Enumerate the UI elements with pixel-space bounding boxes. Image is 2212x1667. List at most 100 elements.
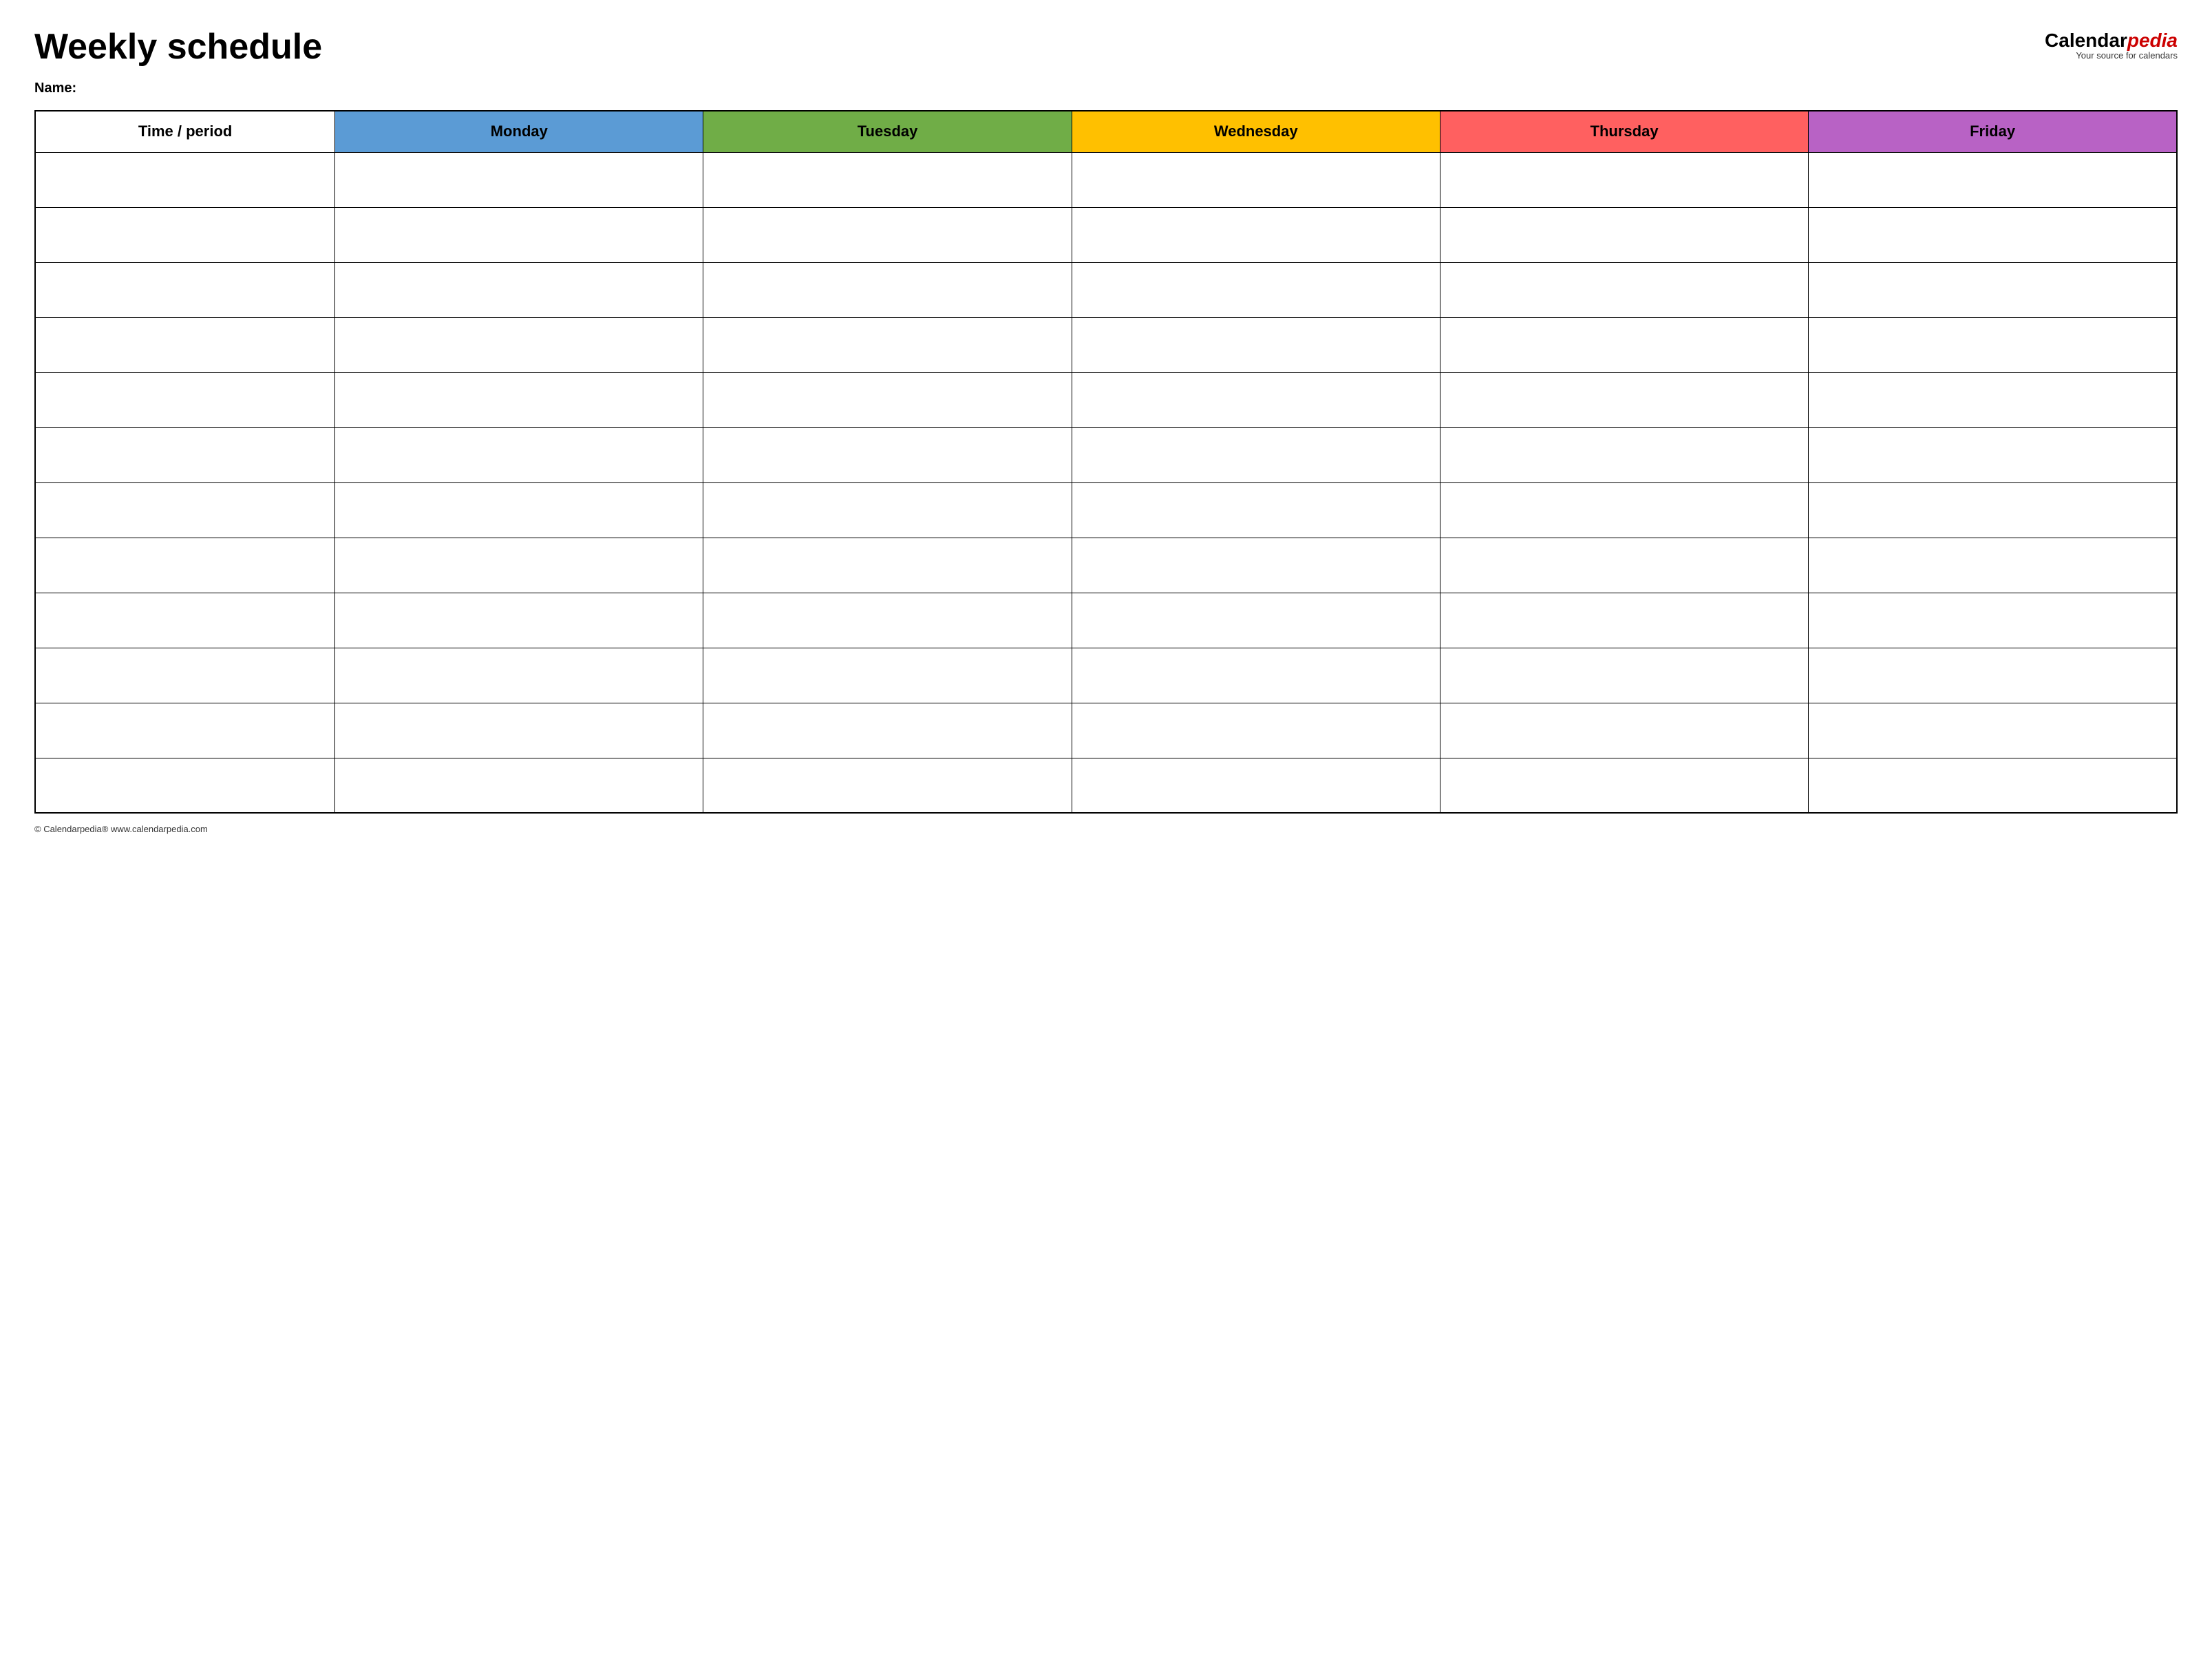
table-cell[interactable] [1440,317,1808,372]
logo-brand-part2: pedia [2127,30,2178,51]
table-cell[interactable] [1072,262,1440,317]
table-cell[interactable] [1072,207,1440,262]
table-cell[interactable] [1072,538,1440,593]
table-cell[interactable] [35,152,335,207]
table-cell[interactable] [335,648,703,703]
table-row [35,703,2177,758]
table-cell[interactable] [35,758,335,813]
table-cell[interactable] [1072,482,1440,538]
table-cell[interactable] [1440,758,1808,813]
table-cell[interactable] [1809,317,2177,372]
table-cell[interactable] [703,758,1072,813]
table-cell[interactable] [335,372,703,427]
table-cell[interactable] [35,317,335,372]
table-cell[interactable] [1440,372,1808,427]
table-cell[interactable] [1072,593,1440,648]
col-header-wednesday: Wednesday [1072,111,1440,152]
table-cell[interactable] [703,262,1072,317]
table-cell[interactable] [335,152,703,207]
table-cell[interactable] [703,703,1072,758]
table-row [35,372,2177,427]
table-row [35,207,2177,262]
table-cell[interactable] [335,262,703,317]
table-cell[interactable] [1072,427,1440,482]
table-cell[interactable] [1072,758,1440,813]
table-cell[interactable] [1072,317,1440,372]
table-cell[interactable] [703,538,1072,593]
table-cell[interactable] [1440,703,1808,758]
table-cell[interactable] [1440,207,1808,262]
table-cell[interactable] [1809,372,2177,427]
table-cell[interactable] [703,317,1072,372]
schedule-table: Time / period Monday Tuesday Wednesday T… [34,110,2178,814]
table-cell[interactable] [703,593,1072,648]
table-cell[interactable] [35,427,335,482]
table-cell[interactable] [35,372,335,427]
table-cell[interactable] [1440,482,1808,538]
table-cell[interactable] [335,703,703,758]
table-cell[interactable] [35,262,335,317]
table-cell[interactable] [1809,207,2177,262]
table-body [35,152,2177,813]
table-cell[interactable] [1809,427,2177,482]
table-cell[interactable] [35,538,335,593]
table-cell[interactable] [703,482,1072,538]
table-cell[interactable] [35,482,335,538]
logo-container: Calendarpedia Your source for calendars [2045,31,2178,61]
table-cell[interactable] [335,538,703,593]
logo-tagline: Your source for calendars [2045,50,2178,61]
table-cell[interactable] [1809,538,2177,593]
table-cell[interactable] [703,427,1072,482]
table-cell[interactable] [1072,648,1440,703]
table-cell[interactable] [35,207,335,262]
table-cell[interactable] [1072,372,1440,427]
table-cell[interactable] [1072,703,1440,758]
name-label: Name: [34,81,2178,96]
table-cell[interactable] [703,152,1072,207]
logo-text: Calendarpedia [2045,31,2178,50]
table-cell[interactable] [1809,593,2177,648]
table-row [35,262,2177,317]
table-row [35,538,2177,593]
table-cell[interactable] [1440,648,1808,703]
table-cell[interactable] [335,427,703,482]
table-cell[interactable] [335,482,703,538]
table-row [35,152,2177,207]
table-cell[interactable] [703,648,1072,703]
table-row [35,758,2177,813]
table-cell[interactable] [335,593,703,648]
table-cell[interactable] [35,703,335,758]
page-header: Weekly schedule Calendarpedia Your sourc… [34,28,2178,67]
table-cell[interactable] [1440,593,1808,648]
table-cell[interactable] [335,207,703,262]
table-cell[interactable] [1440,427,1808,482]
footer: © Calendarpedia® www.calendarpedia.com [34,824,2178,834]
table-cell[interactable] [35,648,335,703]
col-header-thursday: Thursday [1440,111,1808,152]
table-cell[interactable] [1809,703,2177,758]
table-cell[interactable] [1440,262,1808,317]
table-cell[interactable] [335,758,703,813]
copyright-text: © Calendarpedia® www.calendarpedia.com [34,824,208,834]
table-cell[interactable] [1809,758,2177,813]
table-cell[interactable] [703,372,1072,427]
table-cell[interactable] [1440,152,1808,207]
table-row [35,593,2177,648]
table-cell[interactable] [1809,262,2177,317]
table-cell[interactable] [1072,152,1440,207]
col-header-monday: Monday [335,111,703,152]
table-row [35,482,2177,538]
table-cell[interactable] [1809,482,2177,538]
table-cell[interactable] [703,207,1072,262]
table-row [35,427,2177,482]
table-cell[interactable] [1809,648,2177,703]
table-cell[interactable] [1809,152,2177,207]
table-cell[interactable] [35,593,335,648]
table-cell[interactable] [335,317,703,372]
col-header-time: Time / period [35,111,335,152]
table-row [35,648,2177,703]
col-header-friday: Friday [1809,111,2177,152]
table-cell[interactable] [1440,538,1808,593]
logo-brand-part1: Calendar [2045,30,2127,51]
table-row [35,317,2177,372]
